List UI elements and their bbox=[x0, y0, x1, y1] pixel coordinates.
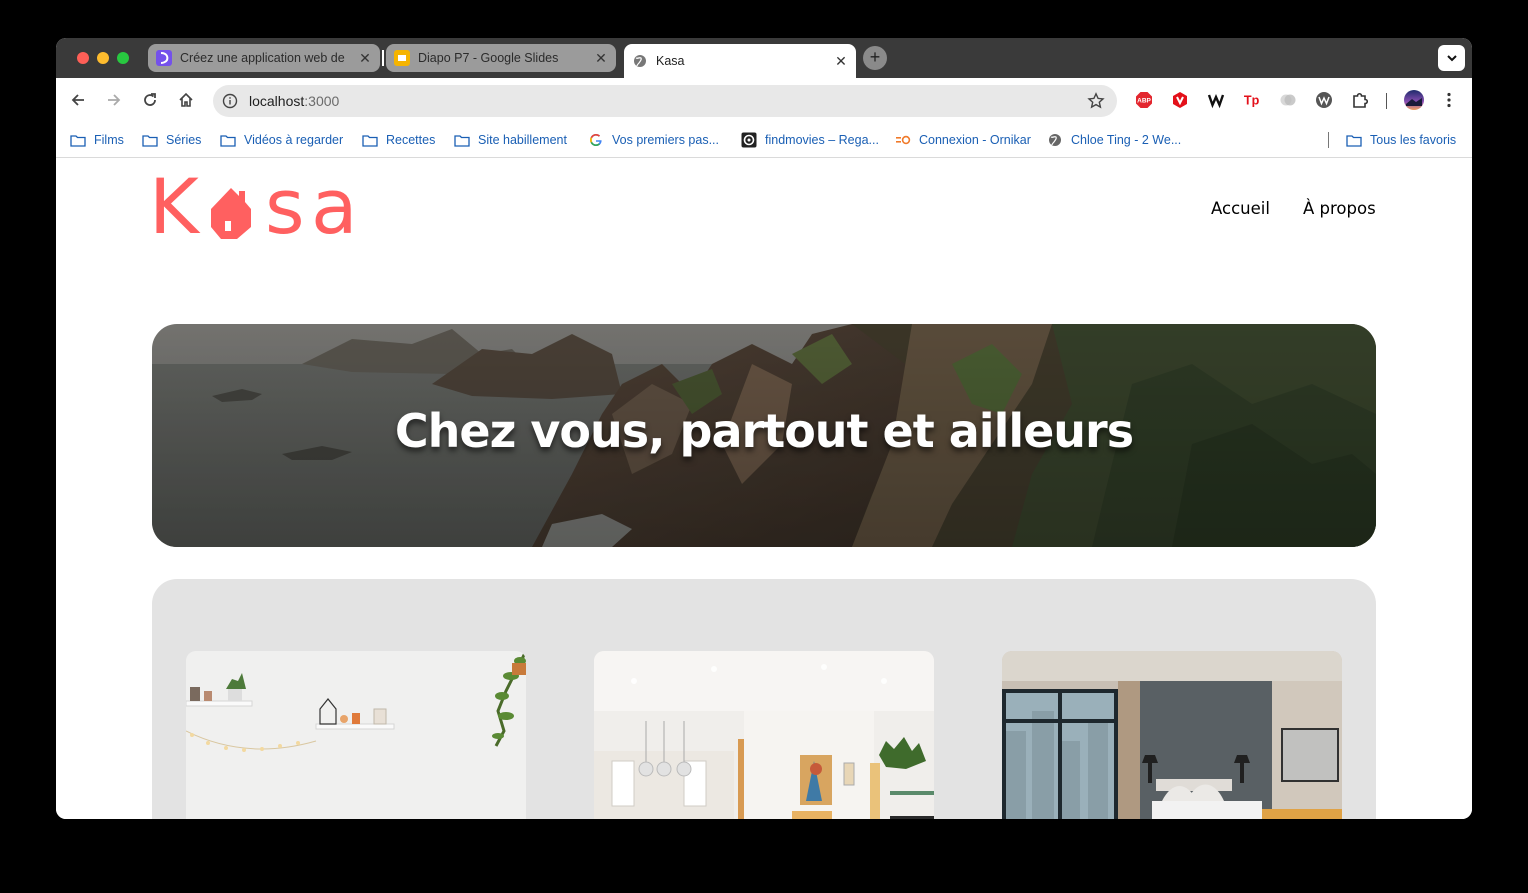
folder-icon bbox=[142, 133, 158, 147]
banner-title: Chez vous, partout et ailleurs bbox=[394, 404, 1134, 458]
home-button[interactable] bbox=[175, 89, 197, 111]
close-tab-icon[interactable]: ✕ bbox=[834, 53, 848, 70]
listing-card[interactable] bbox=[186, 651, 526, 819]
logo-letter-k: K bbox=[151, 169, 201, 241]
bookmark-label: Chloe Ting - 2 We... bbox=[1071, 133, 1182, 147]
hero-banner: Chez vous, partout et ailleurs bbox=[152, 324, 1376, 547]
svg-text:ABP: ABP bbox=[1137, 98, 1151, 105]
bookmarks-divider bbox=[1328, 132, 1329, 148]
chevron-down-icon bbox=[1446, 55, 1457, 62]
tp-icon[interactable]: Tp bbox=[1243, 91, 1261, 109]
adblock-plus-icon[interactable]: ABP bbox=[1135, 91, 1153, 109]
tab-openclassrooms[interactable]: Créez une application web de ✕ bbox=[148, 44, 380, 72]
bookmark-all-favorites[interactable]: Tous les favoris bbox=[1346, 131, 1456, 149]
bookmark-series[interactable]: Séries bbox=[142, 131, 201, 149]
arrow-right-icon bbox=[108, 94, 121, 106]
listing-card[interactable] bbox=[594, 651, 934, 819]
bookmark-vos-premiers-pas[interactable]: Vos premiers pas... bbox=[588, 131, 719, 149]
maximize-window-button[interactable] bbox=[117, 52, 129, 64]
bookmark-label: Recettes bbox=[386, 133, 436, 147]
reload-icon bbox=[144, 93, 156, 106]
forward-button[interactable] bbox=[103, 89, 125, 111]
bookmarks-bar: Films Séries Vidéos à regarder Recettes … bbox=[56, 122, 1472, 158]
vivaldi-icon[interactable] bbox=[1171, 91, 1189, 109]
tab-title: Kasa bbox=[656, 54, 685, 68]
bookmark-label: Séries bbox=[166, 133, 202, 147]
site-info-icon[interactable] bbox=[222, 93, 238, 109]
bookmark-ornikar[interactable]: Connexion - Ornikar bbox=[895, 131, 1031, 149]
bright-living-room-photo bbox=[594, 651, 934, 819]
nav-link-home[interactable]: Accueil bbox=[1211, 199, 1270, 218]
folder-icon bbox=[454, 133, 470, 147]
bookmark-label: Connexion - Ornikar bbox=[919, 133, 1031, 147]
back-button[interactable] bbox=[67, 89, 89, 111]
wappalyzer-icon[interactable] bbox=[1315, 91, 1333, 109]
findmovies-icon bbox=[741, 132, 757, 148]
openclassrooms-icon bbox=[156, 50, 172, 66]
wikiwand-icon[interactable] bbox=[1207, 91, 1225, 109]
puzzle-icon[interactable] bbox=[1351, 91, 1369, 109]
listings-gallery bbox=[152, 579, 1376, 819]
close-tab-icon[interactable]: ✕ bbox=[594, 50, 608, 67]
browser-window: Créez une application web de ✕ Diapo P7 … bbox=[56, 38, 1472, 819]
bookmark-label: Films bbox=[94, 133, 124, 147]
svg-text:Tp: Tp bbox=[1244, 94, 1260, 108]
nav-link-about[interactable]: À propos bbox=[1303, 199, 1376, 218]
logo-house-icon bbox=[211, 188, 251, 239]
bookmark-videos[interactable]: Vidéos à regarder bbox=[220, 131, 343, 149]
hotel-bedroom-photo bbox=[1002, 651, 1342, 819]
url-text[interactable]: localhost:3000 bbox=[249, 93, 339, 109]
listing-card[interactable] bbox=[1002, 651, 1342, 819]
tab-title: Diapo P7 - Google Slides bbox=[418, 51, 559, 65]
tab-search-button[interactable] bbox=[1438, 45, 1465, 71]
url-host: localhost bbox=[249, 93, 305, 109]
kasa-logo[interactable]: K s a bbox=[151, 169, 365, 241]
tab-kasa[interactable]: Kasa ✕ bbox=[624, 44, 856, 78]
bookmark-label: Tous les favoris bbox=[1370, 133, 1457, 147]
tab-strip: Créez une application web de ✕ Diapo P7 … bbox=[56, 38, 1472, 78]
folder-icon bbox=[362, 133, 378, 147]
logo-letter-s: s bbox=[265, 169, 305, 241]
white-wall-shelves-photo bbox=[186, 651, 526, 819]
close-tab-icon[interactable]: ✕ bbox=[358, 50, 372, 67]
home-icon bbox=[179, 92, 193, 107]
close-window-button[interactable] bbox=[77, 52, 89, 64]
page-viewport: K s a Accueil À propos Chez vous, partou… bbox=[56, 159, 1472, 819]
cloud-icon[interactable] bbox=[1279, 91, 1297, 109]
bookmark-label: Site habillement bbox=[478, 133, 567, 147]
google-icon bbox=[588, 133, 604, 147]
ornikar-icon bbox=[895, 133, 911, 147]
globe-icon bbox=[1047, 133, 1063, 147]
browser-toolbar: localhost:3000 ABP Tp bbox=[56, 78, 1472, 122]
address-bar[interactable]: localhost:3000 bbox=[213, 85, 1117, 117]
bookmark-label: findmovies – Rega... bbox=[765, 133, 879, 147]
bookmark-star-icon[interactable] bbox=[1087, 92, 1105, 110]
google-slides-icon bbox=[394, 50, 410, 66]
bookmark-site-habillement[interactable]: Site habillement bbox=[454, 131, 567, 149]
folder-icon bbox=[1346, 133, 1362, 147]
profile-avatar[interactable] bbox=[1404, 90, 1424, 110]
minimize-window-button[interactable] bbox=[97, 52, 109, 64]
arrow-left-icon bbox=[71, 94, 84, 106]
reload-button[interactable] bbox=[139, 89, 161, 111]
tab-title: Créez une application web de bbox=[180, 51, 345, 65]
new-tab-button[interactable]: + bbox=[863, 46, 887, 70]
tab-divider bbox=[382, 50, 384, 66]
bookmark-label: Vidéos à regarder bbox=[244, 133, 344, 147]
bookmark-chloe-ting[interactable]: Chloe Ting - 2 We... bbox=[1047, 131, 1181, 149]
tab-google-slides[interactable]: Diapo P7 - Google Slides ✕ bbox=[386, 44, 616, 72]
url-port: :3000 bbox=[304, 93, 340, 109]
bookmark-findmovies[interactable]: findmovies – Rega... bbox=[741, 131, 879, 149]
bookmark-label: Vos premiers pas... bbox=[612, 133, 719, 147]
globe-icon bbox=[632, 53, 648, 69]
bookmark-recettes[interactable]: Recettes bbox=[362, 131, 435, 149]
more-menu-icon[interactable] bbox=[1440, 91, 1458, 109]
folder-icon bbox=[70, 133, 86, 147]
folder-icon bbox=[220, 133, 236, 147]
bookmark-films[interactable]: Films bbox=[70, 131, 124, 149]
toolbar-divider bbox=[1386, 93, 1387, 109]
logo-letter-a: a bbox=[311, 169, 358, 241]
